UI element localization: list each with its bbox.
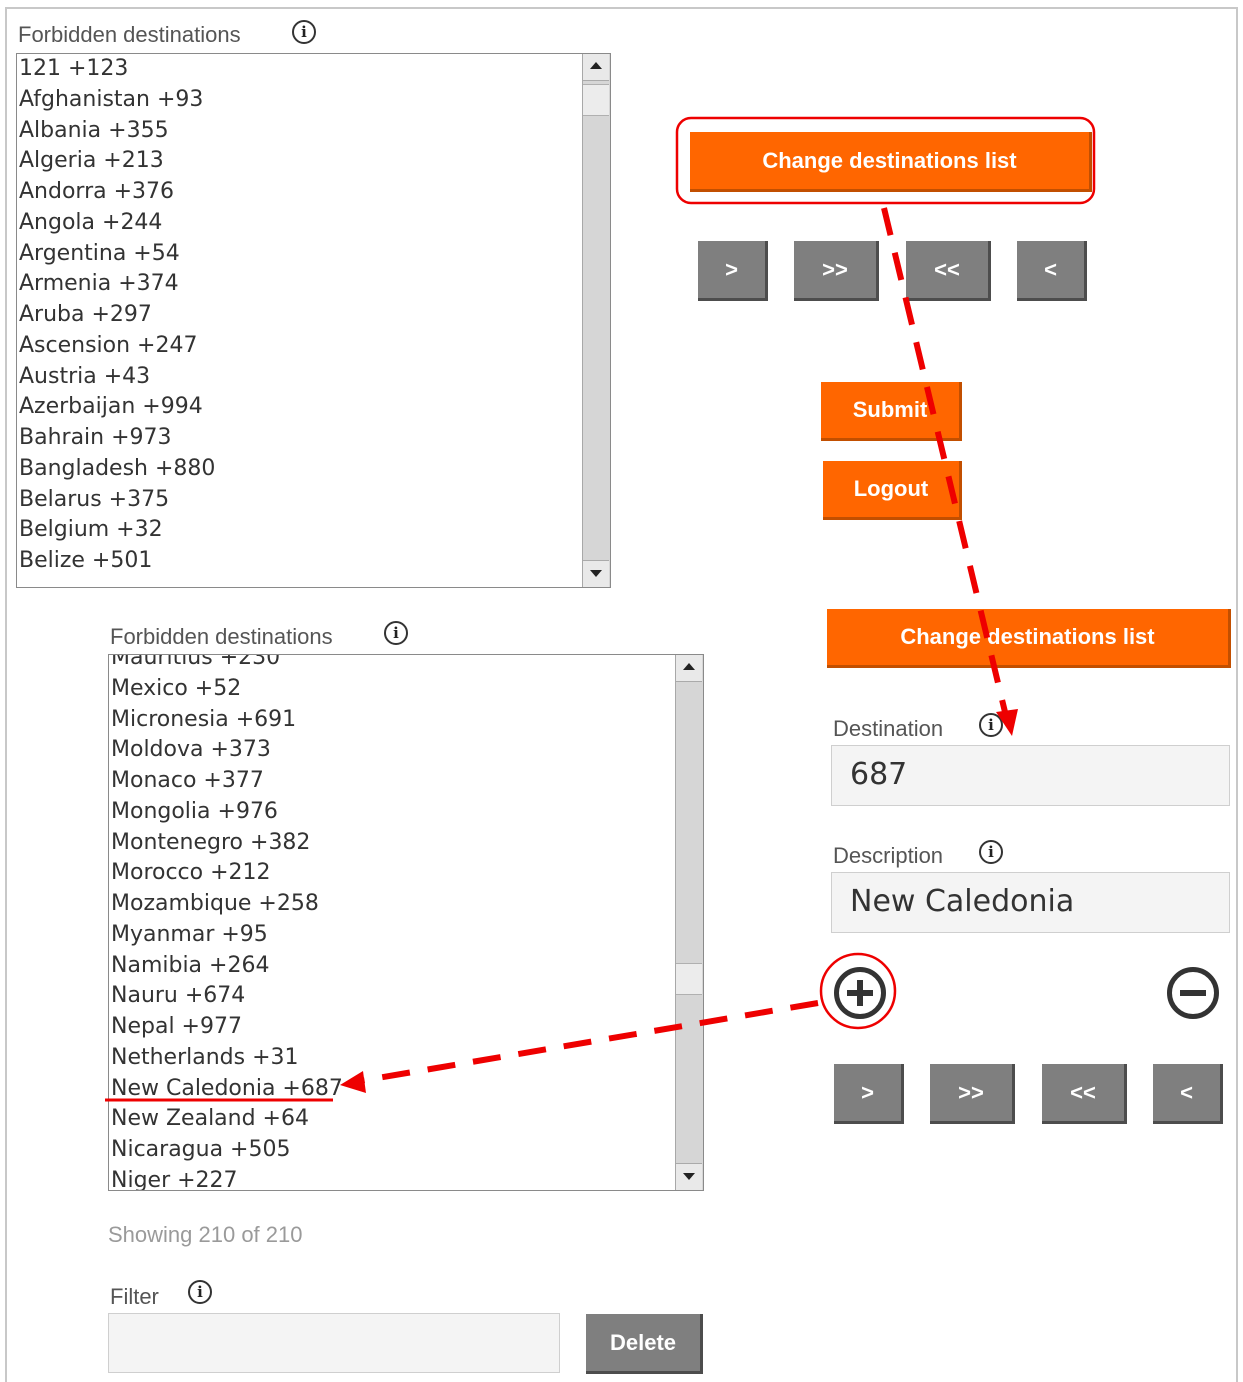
annotation-overlay [105, 116, 1096, 1102]
arrow-line [881, 207, 1008, 713]
arrowhead [996, 709, 1018, 736]
highlight-circle [819, 952, 897, 1030]
highlight-box [675, 116, 1096, 205]
arrow-line [359, 1000, 819, 1084]
arrowhead [340, 1071, 366, 1093]
